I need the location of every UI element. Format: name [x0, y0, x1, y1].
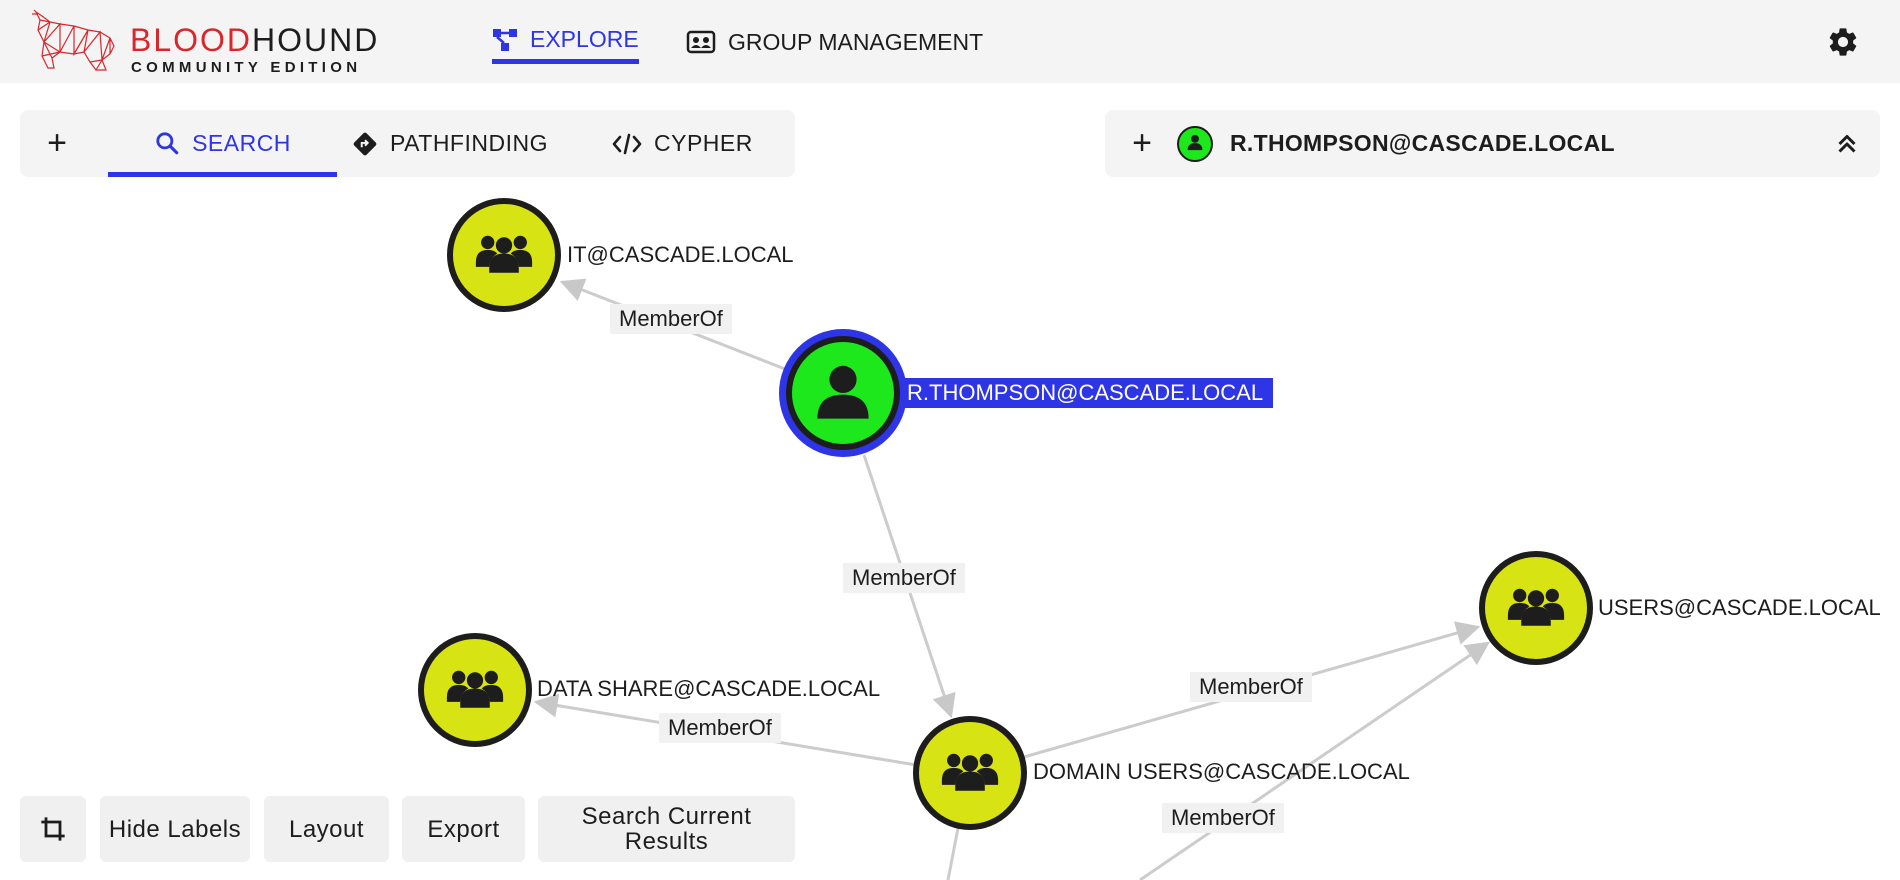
tab-cypher[interactable]: CYPHER — [612, 110, 753, 177]
search-current-results-button[interactable]: Search Current Results — [538, 796, 795, 862]
tab-label: SEARCH — [192, 129, 291, 156]
code-icon — [612, 133, 642, 154]
entity-info-panel: + R.THOMPSON@CASCADE.LOCAL — [1105, 110, 1880, 177]
node-label-domainusers[interactable]: DOMAIN USERS@CASCADE.LOCAL — [1033, 759, 1410, 785]
edge-label: MemberOf — [659, 713, 781, 743]
node-domainusers[interactable] — [913, 716, 1027, 830]
edge-offscreen-down[interactable] — [946, 827, 960, 880]
crop-icon — [41, 817, 65, 841]
tab-label: PATHFINDING — [390, 130, 548, 156]
bloodhound-dog-logo — [32, 9, 115, 71]
edge-label: MemberOf — [843, 563, 965, 593]
add-search-button[interactable]: + — [42, 124, 72, 162]
nav-tab-label: EXPLORE — [530, 26, 639, 52]
user-icon — [1177, 126, 1213, 162]
id-card-icon — [686, 30, 716, 54]
tab-label: CYPHER — [654, 130, 753, 156]
node-label-it[interactable]: IT@CASCADE.LOCAL — [567, 242, 794, 268]
node-users[interactable] — [1479, 551, 1593, 665]
edge-label: MemberOf — [1162, 803, 1284, 833]
brand-edition: COMMUNITY EDITION — [131, 59, 362, 76]
search-icon — [156, 132, 179, 155]
layout-button[interactable]: Layout — [264, 796, 389, 862]
node-it[interactable] — [447, 198, 561, 312]
export-button[interactable]: Export — [402, 796, 525, 862]
brand-logo[interactable]: BLOODHOUND COMMUNITY EDITION — [30, 8, 400, 76]
node-label-datashare[interactable]: DATA SHARE@CASCADE.LOCAL — [537, 676, 880, 702]
edge-label: MemberOf — [610, 304, 732, 334]
nav-tab-label: GROUP MANAGEMENT — [728, 28, 984, 55]
node-rthompson[interactable] — [779, 329, 907, 457]
search-panel: + SEARCH PATHFINDING CYPHER — [20, 110, 795, 177]
edge-label: MemberOf — [1190, 672, 1312, 702]
graph-nodes-icon — [493, 28, 517, 51]
route-icon — [353, 132, 377, 155]
entity-name: R.THOMPSON@CASCADE.LOCAL — [1230, 130, 1615, 156]
node-datashare[interactable] — [418, 633, 532, 747]
crop-button[interactable] — [20, 796, 86, 862]
nav-tab-group-management[interactable]: GROUP MANAGEMENT — [686, 20, 983, 64]
add-entity-button[interactable]: + — [1127, 124, 1157, 162]
nav-tab-explore[interactable]: EXPLORE — [492, 20, 639, 64]
hide-labels-button[interactable]: Hide Labels — [100, 796, 250, 862]
top-navbar: BLOODHOUND COMMUNITY EDITION EXPLORE GRO… — [0, 0, 1900, 83]
gear-icon[interactable] — [1826, 25, 1860, 59]
chevrons-up-icon[interactable] — [1832, 128, 1862, 160]
tab-pathfinding[interactable]: PATHFINDING — [352, 110, 548, 177]
brand-name: BLOODHOUND — [130, 22, 380, 58]
node-label-rthompson[interactable]: R.THOMPSON@CASCADE.LOCAL — [905, 378, 1274, 408]
node-label-users[interactable]: USERS@CASCADE.LOCAL — [1598, 595, 1881, 621]
app-root: MemberOf MemberOf MemberOf MemberOf Memb… — [0, 0, 1900, 880]
tab-search[interactable]: SEARCH — [108, 110, 337, 177]
